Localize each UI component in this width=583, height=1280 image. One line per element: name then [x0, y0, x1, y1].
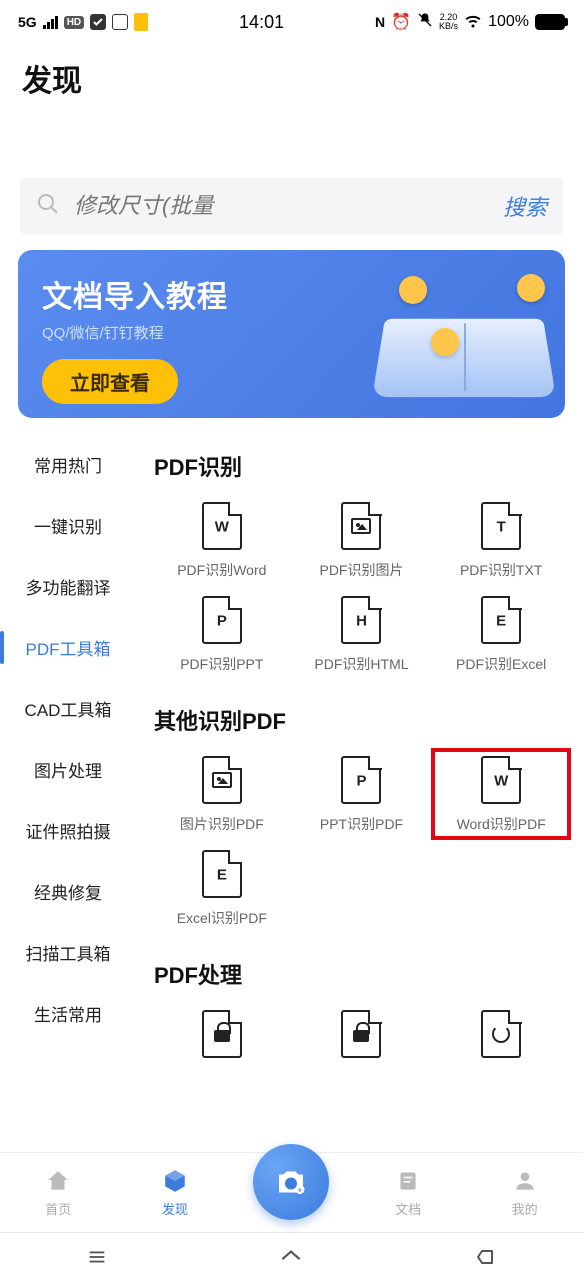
tool-item[interactable]: W PDF识别Word	[154, 496, 290, 584]
sidebar-item[interactable]: 经典修复	[0, 861, 136, 922]
section-title: PDF处理	[154, 958, 569, 990]
document-icon	[341, 1010, 381, 1058]
clock: 14:01	[239, 12, 284, 33]
document-icon	[481, 1010, 521, 1058]
banner-cta-button[interactable]: 立即查看	[42, 359, 178, 404]
tool-item[interactable]: P PDF识别PPT	[154, 590, 290, 678]
tool-label: PDF识别HTML	[314, 654, 408, 674]
tutorial-banner[interactable]: 文档导入教程 QQ/微信/钉钉教程 立即查看	[18, 250, 565, 418]
home-button[interactable]	[278, 1244, 304, 1270]
document-icon: P	[341, 756, 381, 804]
nav-discover[interactable]: 发现	[117, 1153, 234, 1232]
tool-label: PDF识别Excel	[456, 654, 546, 674]
tool-item[interactable]: P PPT识别PDF	[294, 750, 430, 838]
search-bar[interactable]: 搜索	[20, 178, 563, 234]
tool-grid-area: PDF识别 W PDF识别Word PDF识别图片 T PDF识别TXT P PDF识别PPT…	[136, 434, 583, 1104]
category-sidebar: 常用热门一键识别多功能翻译PDF工具箱CAD工具箱图片处理证件照拍摄经典修复扫描…	[0, 434, 136, 1104]
search-button[interactable]: 搜索	[503, 190, 547, 222]
status-bar: 5G HD 14:01 N ⏰ 2.20 KB/s 100%	[0, 0, 583, 44]
svg-text:+: +	[298, 1185, 303, 1194]
document-icon: E	[481, 596, 521, 644]
battery-percent: 100%	[488, 13, 529, 31]
alarm-icon: ⏰	[391, 12, 411, 32]
tool-label: PDF识别图片	[319, 560, 403, 580]
document-icon: W	[481, 756, 521, 804]
section-title: 其他识别PDF	[154, 704, 569, 736]
document-icon	[341, 502, 381, 550]
bottom-nav: 首页 发现 + 文档 我的	[0, 1152, 583, 1232]
document-icon: H	[341, 596, 381, 644]
document-icon: T	[481, 502, 521, 550]
sidebar-item[interactable]: 多功能翻译	[0, 556, 136, 617]
tool-item[interactable]	[154, 1004, 290, 1072]
battery-icon	[535, 14, 565, 30]
tool-label: 图片识别PDF	[180, 814, 264, 834]
cube-icon	[161, 1167, 189, 1195]
tool-item[interactable]: T PDF识别TXT	[433, 496, 569, 584]
data-speed: 2.20 KB/s	[439, 13, 458, 31]
nav-home[interactable]: 首页	[0, 1153, 117, 1232]
tool-label: PDF识别PPT	[180, 654, 263, 674]
document-icon: W	[202, 502, 242, 550]
sidebar-item[interactable]: 证件照拍摄	[0, 800, 136, 861]
tool-item[interactable]: W Word识别PDF	[433, 750, 569, 838]
signal-icon	[43, 16, 58, 29]
tool-item[interactable]: E PDF识别Excel	[433, 590, 569, 678]
banner-illustration	[359, 270, 549, 400]
sidebar-item[interactable]: 常用热门	[0, 434, 136, 495]
yellow-badge-icon	[134, 13, 148, 31]
document-icon	[394, 1167, 422, 1195]
tool-item[interactable]: E Excel识别PDF	[154, 844, 290, 932]
tool-item[interactable]: 图片识别PDF	[154, 750, 290, 838]
recent-apps-button[interactable]	[84, 1244, 110, 1270]
document-icon: E	[202, 850, 242, 898]
tool-item[interactable]	[433, 1004, 569, 1072]
tool-label: Excel识别PDF	[177, 908, 267, 928]
tool-label: PDF识别Word	[177, 560, 266, 580]
section-title: PDF识别	[154, 450, 569, 482]
tool-label: Word识别PDF	[457, 814, 546, 834]
wifi-icon	[464, 11, 482, 34]
sidebar-item[interactable]: 生活常用	[0, 983, 136, 1044]
nfc-icon: N	[375, 14, 385, 30]
search-icon	[36, 192, 60, 221]
sidebar-item[interactable]: 图片处理	[0, 739, 136, 800]
check-badge-icon	[90, 14, 106, 30]
page-title: 发现	[0, 44, 583, 108]
document-icon	[202, 1010, 242, 1058]
sidebar-item[interactable]: 扫描工具箱	[0, 922, 136, 983]
nav-profile[interactable]: 我的	[466, 1153, 583, 1232]
sidebar-item[interactable]: 一键识别	[0, 495, 136, 556]
sidebar-item[interactable]: CAD工具箱	[0, 678, 136, 739]
tool-label: PDF识别TXT	[460, 560, 542, 580]
nav-documents[interactable]: 文档	[350, 1153, 467, 1232]
system-nav-bar	[0, 1232, 583, 1280]
document-icon: P	[202, 596, 242, 644]
mute-icon	[417, 12, 433, 33]
camera-fab[interactable]: +	[253, 1144, 329, 1220]
search-input[interactable]	[74, 193, 503, 219]
app-badge-icon	[112, 14, 128, 30]
nav-camera[interactable]: +	[233, 1153, 350, 1232]
profile-icon	[511, 1167, 539, 1195]
sidebar-item[interactable]: PDF工具箱	[0, 617, 136, 678]
tool-item[interactable]	[294, 1004, 430, 1072]
back-button[interactable]	[473, 1244, 499, 1270]
network-label: 5G	[18, 14, 37, 30]
tool-item[interactable]: H PDF识别HTML	[294, 590, 430, 678]
tool-label: PPT识别PDF	[320, 814, 403, 834]
hd-badge: HD	[64, 16, 84, 29]
home-icon	[44, 1167, 72, 1195]
tool-item[interactable]: PDF识别图片	[294, 496, 430, 584]
document-icon	[202, 756, 242, 804]
